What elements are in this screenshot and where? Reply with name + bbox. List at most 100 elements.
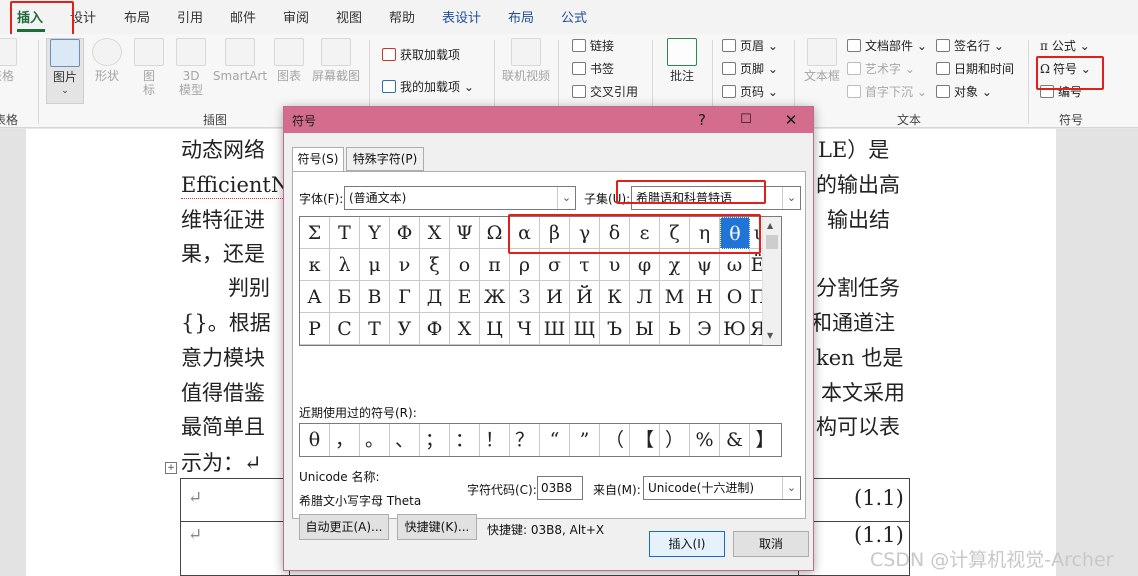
date-time-button[interactable]: 日期和时间 <box>936 61 1014 77</box>
recent-symbol-cell[interactable]: ！ <box>480 424 510 456</box>
online-video-button[interactable]: 联机视频 <box>500 38 552 83</box>
symbol-cell[interactable]: Й <box>570 281 600 313</box>
recent-symbol-cell[interactable]: ” <box>570 424 600 456</box>
tab-view[interactable]: 视图 <box>336 7 362 26</box>
symbol-cell[interactable]: Э <box>690 313 720 345</box>
scroll-down-icon[interactable]: ▼ <box>767 331 773 340</box>
recent-symbol-cell[interactable]: “ <box>540 424 570 456</box>
recent-symbol-cell[interactable]: （ <box>600 424 630 456</box>
symbol-cell[interactable]: ξ <box>420 249 450 281</box>
symbol-cell[interactable]: ν <box>390 249 420 281</box>
quick-parts-button[interactable]: 文档部件 ⌄ <box>847 38 927 54</box>
smartart-button[interactable]: SmartArt <box>212 38 268 83</box>
table-move-handle-icon[interactable]: + <box>165 462 177 474</box>
symbol-cell[interactable]: Φ <box>390 217 420 249</box>
recent-symbol-cell[interactable]: & <box>720 424 750 456</box>
scroll-up-icon[interactable]: ▲ <box>767 221 773 230</box>
tab-mailings[interactable]: 邮件 <box>230 7 256 26</box>
tab-table-layout[interactable]: 布局 <box>508 7 534 26</box>
symbol-cell[interactable]: Τ <box>330 217 360 249</box>
wordart-button[interactable]: 艺术字 ⌄ <box>847 61 915 77</box>
symbol-cell[interactable]: Ф <box>420 313 450 345</box>
screenshot-button[interactable]: 屏幕截图 <box>308 38 364 83</box>
help-icon[interactable]: ? <box>680 107 724 133</box>
symbol-cell[interactable]: π <box>480 249 510 281</box>
symbol-cell[interactable]: Ч <box>510 313 540 345</box>
symbol-cell[interactable]: λ <box>330 249 360 281</box>
table-button[interactable]: 表格 <box>0 38 22 83</box>
symbol-cell[interactable]: Л <box>630 281 660 313</box>
symbol-cell[interactable]: Ω <box>480 217 510 249</box>
font-select[interactable]: (普通文本) ⌄ <box>344 186 576 210</box>
recent-symbol-cell[interactable]: 【 <box>630 424 660 456</box>
signature-line-button[interactable]: 签名行 ⌄ <box>936 38 1004 54</box>
recent-symbol-cell[interactable]: ？ <box>510 424 540 456</box>
autocorrect-button[interactable]: 自动更正(A)... <box>299 514 389 540</box>
recent-symbol-cell[interactable]: θ <box>300 424 330 456</box>
recent-symbol-cell[interactable]: ； <box>420 424 450 456</box>
symbol-cell[interactable]: У <box>390 313 420 345</box>
symbol-cell[interactable]: Х <box>450 313 480 345</box>
symbol-cell[interactable]: Р <box>300 313 330 345</box>
my-addins-button[interactable]: 我的加载项 ⌄ <box>382 79 474 95</box>
symbol-cell[interactable]: К <box>600 281 630 313</box>
recent-symbols-strip[interactable]: θ，。、；：！？ “” （【）% &】 <box>299 423 782 457</box>
recent-symbol-cell[interactable]: 】 <box>750 424 780 456</box>
symbol-cell[interactable]: Н <box>690 281 720 313</box>
symbol-cell[interactable]: μ <box>360 249 390 281</box>
tab-layout[interactable]: 布局 <box>124 7 150 26</box>
symbol-cell[interactable]: О <box>720 281 750 313</box>
maximize-icon[interactable]: ☐ <box>724 107 768 133</box>
symbol-cell[interactable]: κ <box>300 249 330 281</box>
charcode-input[interactable]: 03B8 <box>537 476 583 500</box>
header-button[interactable]: 页眉 ⌄ <box>722 38 778 54</box>
symbol-cell[interactable]: М <box>660 281 690 313</box>
symbol-cell[interactable]: Щ <box>570 313 600 345</box>
grid-scrollbar[interactable]: ▲ ▼ <box>762 217 781 345</box>
insert-button[interactable]: 插入(I) <box>649 531 725 557</box>
symbol-cell[interactable]: Χ <box>420 217 450 249</box>
symbol-cell[interactable]: Ш <box>540 313 570 345</box>
link-button[interactable]: 链接 <box>572 38 614 54</box>
recent-symbol-cell[interactable]: 、 <box>390 424 420 456</box>
bookmark-button[interactable]: 书签 <box>572 61 614 77</box>
icons-button[interactable]: 图 标 <box>132 38 166 97</box>
symbol-cell[interactable]: Ю <box>720 313 750 345</box>
close-icon[interactable]: ✕ <box>769 107 813 133</box>
recent-symbol-cell[interactable]: ， <box>330 424 360 456</box>
tab-table-design[interactable]: 表设计 <box>442 7 481 26</box>
symbol-cell[interactable]: Е <box>450 281 480 313</box>
symbol-cell[interactable]: Ъ <box>600 313 630 345</box>
shapes-button[interactable]: 形状 <box>88 38 126 83</box>
tab-symbols[interactable]: 符号(S) <box>292 147 344 172</box>
symbol-cell[interactable]: ο <box>450 249 480 281</box>
equation-button[interactable]: π 公式 ⌄ <box>1040 38 1090 54</box>
symbol-cell[interactable]: С <box>330 313 360 345</box>
symbol-cell[interactable]: Ψ <box>450 217 480 249</box>
symbol-cell[interactable]: Ы <box>630 313 660 345</box>
get-addins-button[interactable]: 获取加载项 <box>382 47 460 63</box>
tab-special-characters[interactable]: 特殊字符(P) <box>346 147 424 171</box>
tab-help[interactable]: 帮助 <box>389 7 415 26</box>
recent-symbol-cell[interactable]: ： <box>450 424 480 456</box>
symbol-cell[interactable]: Σ <box>300 217 330 249</box>
symbol-cell[interactable]: Т <box>360 313 390 345</box>
tab-references[interactable]: 引用 <box>177 7 203 26</box>
from-select[interactable]: Unicode(十六进制) ⌄ <box>643 476 801 500</box>
symbol-cell[interactable]: Ь <box>660 313 690 345</box>
symbol-cell[interactable]: З <box>510 281 540 313</box>
symbol-cell[interactable]: Ц <box>480 313 510 345</box>
picture-button[interactable]: 图片 ⌄ <box>46 38 84 104</box>
symbol-cell[interactable]: Г <box>390 281 420 313</box>
drop-cap-button[interactable]: 首字下沉 ⌄ <box>847 84 927 100</box>
scroll-thumb[interactable] <box>766 235 778 249</box>
tab-review[interactable]: 审阅 <box>283 7 309 26</box>
symbol-cell[interactable]: В <box>360 281 390 313</box>
symbol-cell[interactable]: Υ <box>360 217 390 249</box>
comment-button[interactable]: 批注 <box>660 38 704 83</box>
recent-symbol-cell[interactable]: 。 <box>360 424 390 456</box>
object-button[interactable]: 对象 ⌄ <box>936 84 992 100</box>
symbol-cell[interactable]: Ж <box>480 281 510 313</box>
textbox-button[interactable]: 文本框 <box>800 38 844 83</box>
recent-symbol-cell[interactable]: ） <box>660 424 690 456</box>
